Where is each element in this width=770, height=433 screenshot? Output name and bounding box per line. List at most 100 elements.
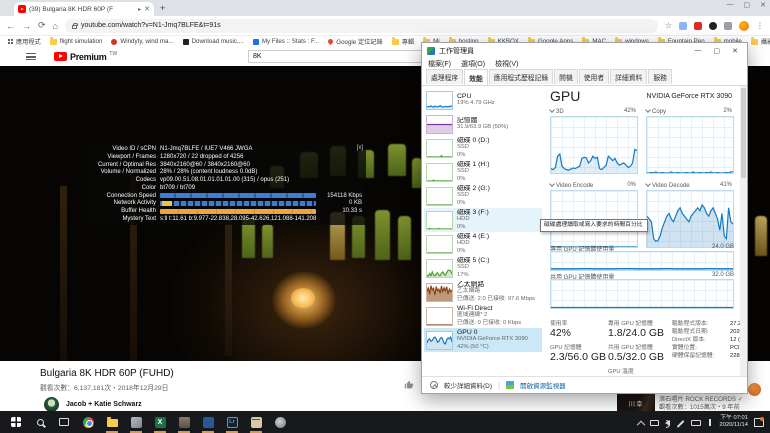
chevron-down-icon[interactable] (645, 107, 651, 113)
tm-sidebar-disk5[interactable]: 磁碟 5 (C:)SSD17% (424, 256, 542, 280)
tm-sidebar-ethernet[interactable]: 乙太網路乙太網路已傳送: 2.0 已接收: 97.6 Mbps (424, 280, 542, 304)
gpu-panel-scrollbar[interactable] (740, 86, 747, 376)
tm-sidebar-gpu0[interactable]: GPU 0NVIDIA GeForce RTX 309042% (50 °C) (424, 328, 542, 352)
tm-sidebar-disk0[interactable]: 磁碟 0 (D:)SSD0% (424, 136, 542, 160)
tm-tab-0[interactable]: 處理程序 (426, 69, 463, 84)
network-icon[interactable] (650, 420, 659, 426)
gimp-taskbar-button[interactable] (272, 414, 288, 430)
excel-taskbar-button[interactable]: X (152, 414, 168, 430)
bookmark-item-6[interactable]: 專輯 (392, 37, 414, 46)
tm-sidebar-cpu[interactable]: CPU19% 4.79 GHz (424, 88, 542, 112)
bookmark-item-4[interactable]: My Files :: Stats : F... (253, 38, 319, 45)
lightroom-taskbar-button[interactable]: Lr (224, 414, 240, 430)
url-bar[interactable]: youtube.com/watch?v=N1-Jmq7BLFE&t=91s (65, 19, 658, 33)
chrome-taskbar-button[interactable] (80, 414, 96, 430)
bookmark-star-icon[interactable]: ☆ (665, 21, 672, 30)
browser-tab-active[interactable]: (39) Bulgaria 8K HDR 60P (F ▸ ✕ (14, 2, 154, 16)
browser-menu-icon[interactable]: ⋮ (756, 21, 764, 30)
sidebar-item-title: CPU (457, 93, 495, 101)
youtube-premium-logo[interactable]: Premium TW (54, 52, 117, 62)
tm-sidebar-disk1[interactable]: 磁碟 1 (H:)SSD0% (424, 160, 542, 184)
bookmark-item-1[interactable]: flight simulation (50, 38, 103, 45)
extension-icon-1[interactable] (679, 22, 687, 30)
open-resource-monitor-link[interactable]: 開啟資源監視器 (520, 380, 566, 390)
chevron-down-icon[interactable] (645, 181, 651, 187)
tm-sidebar-disk4[interactable]: 磁碟 4 (E:)HDD0% (424, 232, 542, 256)
tab-audio-icon[interactable]: ▸ (138, 6, 141, 13)
new-tab-button[interactable]: + (160, 3, 165, 13)
overlay-close-icon[interactable]: [x] (357, 144, 363, 152)
calendar-icon (251, 417, 262, 428)
volume-icon[interactable] (665, 420, 670, 426)
device-taskbar-button[interactable] (176, 414, 192, 430)
tm-sidebar-memory[interactable]: 記憶體31.9/63.9 GB (50%) (424, 112, 542, 136)
scrollbar-thumb[interactable] (741, 88, 746, 178)
reload-button[interactable]: ⟳ (38, 20, 46, 31)
taskview-taskbar-button[interactable] (56, 414, 72, 430)
blueapp-taskbar-button[interactable] (200, 414, 216, 430)
tm-sidebar-disk3[interactable]: 磁碟 3 (F:)HDD0% (424, 208, 542, 232)
tm-minimize-button[interactable]: — (695, 47, 702, 55)
church-column (225, 206, 232, 356)
wifi-direct-thumbnail-chart (426, 307, 453, 326)
bookmark-item-15[interactable]: 攝影 (751, 37, 770, 46)
bookmark-item-3[interactable]: Download music,... (183, 38, 244, 45)
tm-tab-1[interactable]: 效能 (464, 69, 488, 85)
extension-icon-3[interactable] (709, 22, 717, 30)
start-taskbar-button[interactable] (8, 414, 24, 430)
back-button[interactable]: ← (6, 21, 15, 31)
apps-icon (8, 39, 13, 44)
channel-name[interactable]: Jacob + Katie Schwarz (66, 401, 142, 408)
tm-tab-6[interactable]: 服務 (648, 69, 672, 84)
explorer-taskbar-button[interactable] (104, 414, 120, 430)
suggested-channel-avatar[interactable] (748, 383, 761, 396)
tm-menu-0[interactable]: 檔案(F) (428, 59, 451, 69)
tab-close-icon[interactable]: ✕ (144, 5, 150, 13)
mem-chart-1 (550, 279, 734, 309)
photos-taskbar-button[interactable] (128, 414, 144, 430)
sidebar-item-title: 磁碟 4 (E:) (457, 233, 489, 241)
touch-keyboard-icon[interactable] (691, 420, 701, 426)
bookmark-item-0[interactable]: 應用程式 (8, 37, 41, 46)
chevron-down-icon[interactable] (549, 107, 555, 113)
bookmark-item-2[interactable]: Windyty, wind ma... (111, 38, 173, 45)
channel-avatar[interactable] (44, 397, 59, 412)
extension-icon-2[interactable] (694, 22, 702, 30)
tm-menu-2[interactable]: 檢視(V) (495, 59, 518, 69)
search-taskbar-button[interactable] (32, 414, 48, 430)
pen-icon[interactable] (677, 420, 685, 428)
url-text[interactable]: youtube.com/watch?v=N1-Jmq7BLFE&t=91s (81, 22, 221, 29)
bookmark-item-5[interactable]: Google 定位記錄 (328, 37, 382, 46)
tm-tab-4[interactable]: 使用者 (579, 69, 609, 84)
bookmark-label: My Files :: Stats : F... (262, 38, 319, 45)
tm-tab-5[interactable]: 詳細資料 (610, 69, 647, 84)
task-manager-titlebar[interactable]: 工作管理員 — ▢ ✕ (422, 43, 747, 58)
hamburger-menu-icon[interactable] (26, 53, 36, 60)
tm-tab-3[interactable]: 開機 (554, 69, 578, 84)
tm-close-button[interactable]: ✕ (732, 47, 738, 55)
tm-menu-1[interactable]: 選項(O) (461, 59, 485, 69)
window-close-button[interactable]: ✕ (760, 1, 766, 9)
taskbar-clock[interactable]: 下午 07:01 2020/11/14 (719, 415, 748, 429)
calendar-taskbar-button[interactable] (248, 414, 264, 430)
forward-button[interactable]: → (22, 21, 31, 31)
profile-avatar[interactable] (739, 21, 749, 31)
tm-maximize-button[interactable]: ▢ (714, 47, 721, 55)
notification-center-icon[interactable] (754, 418, 764, 427)
overlay-value: bt709 / bt709 (160, 184, 195, 192)
sidebar-item-sub: 42% (50 °C) (457, 344, 528, 352)
overlay-bar (160, 193, 316, 198)
extension-icon-4[interactable] (724, 22, 732, 30)
chevron-down-icon[interactable] (549, 181, 555, 187)
tray-expand-icon[interactable] (637, 421, 645, 429)
home-button[interactable]: ⌂ (53, 21, 58, 31)
tm-tab-2[interactable]: 應用程式歷程記錄 (489, 69, 553, 84)
like-button[interactable] (404, 377, 414, 395)
tm-sidebar-wifi-direct[interactable]: Wi-Fi Direct區域連線* 2已傳送: 0 已接收: 0 Kbps (424, 304, 542, 328)
window-minimize-button[interactable]: — (727, 1, 734, 9)
tm-sidebar-disk2[interactable]: 磁碟 2 (G:)SSD0% (424, 184, 542, 208)
fewer-details-button[interactable]: 較少詳細資料(D) (444, 380, 492, 390)
window-maximize-button[interactable]: ▢ (744, 1, 751, 9)
usb-icon[interactable] (709, 419, 711, 426)
overlay-row: Colorbt709 / bt709 (92, 184, 362, 192)
